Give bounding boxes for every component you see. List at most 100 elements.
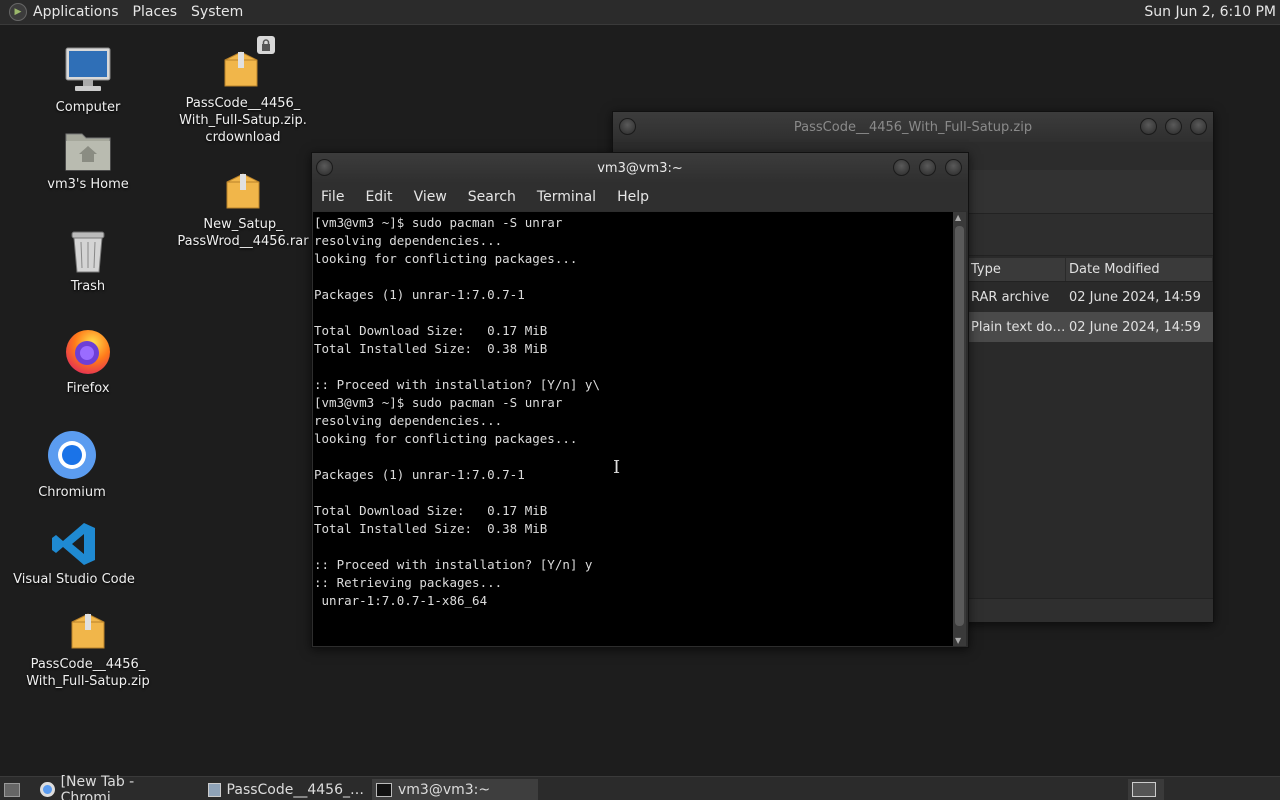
archive-box-icon — [226, 173, 260, 209]
file-row[interactable]: Plain text do… 02 June 2024, 14:59 — [968, 312, 1213, 342]
taskbar-item-terminal[interactable]: vm3@vm3:~ — [372, 779, 538, 800]
file-type: Plain text do… — [971, 319, 1066, 335]
system-menu[interactable]: System — [191, 4, 243, 20]
terminal-line: :: Proceed with installation? [Y/n] y — [314, 557, 593, 572]
desktop-label: Computer — [55, 100, 121, 115]
close-button[interactable] — [945, 159, 962, 176]
menu-help[interactable]: Help — [617, 189, 649, 205]
show-desktop-icon — [4, 782, 20, 797]
terminal-line: Total Download Size: 0.17 MiB — [314, 503, 548, 518]
desktop-label: New_Satup_ PassWrod__4456.rar — [177, 217, 309, 249]
clock[interactable]: Sun Jun 2, 6:10 PM — [1144, 4, 1276, 20]
terminal-line: :: Retrieving packages... — [314, 575, 503, 590]
file-row[interactable]: RAR archive 02 June 2024, 14:59 — [968, 282, 1213, 312]
terminal-output[interactable]: [vm3@vm3 ~]$ sudo pacman -S unrar resolv… — [313, 212, 954, 646]
archive-box-icon — [71, 613, 105, 649]
terminal-line: Packages (1) unrar-1:7.0.7-1 — [314, 287, 525, 302]
menu-search[interactable]: Search — [468, 189, 516, 205]
chromium-icon — [48, 431, 96, 479]
applications-menu[interactable]: Applications — [33, 4, 119, 20]
desktop-icon-firefox[interactable]: Firefox — [23, 326, 153, 397]
maximize-button[interactable] — [919, 159, 936, 176]
home-folder-icon — [65, 133, 111, 171]
distro-logo-icon[interactable]: ▶ — [9, 3, 27, 21]
desktop-label: Trash — [70, 279, 106, 294]
close-button[interactable] — [1190, 118, 1207, 135]
file-date: 02 June 2024, 14:59 — [1069, 289, 1201, 305]
lock-icon — [257, 36, 275, 54]
workspace-switcher[interactable] — [1128, 779, 1164, 800]
scroll-up-icon[interactable]: ▲ — [955, 213, 961, 222]
desktop-icon-chromium[interactable]: Chromium — [7, 430, 137, 501]
file-list-header: Type Date Modified — [968, 258, 1213, 282]
taskbar-label: vm3@vm3:~ — [398, 781, 491, 798]
scrollbar-thumb[interactable] — [955, 226, 964, 626]
terminal-line: Total Installed Size: 0.38 MiB — [314, 341, 548, 356]
terminal-line: Total Download Size: 0.17 MiB — [314, 323, 548, 338]
top-panel: ▶ Applications Places System Sun Jun 2, … — [0, 0, 1280, 25]
window-menu-button[interactable] — [316, 159, 333, 176]
desktop-icon-zip-file[interactable]: PassCode__4456_ With_Full-Satup.zip — [23, 610, 153, 690]
file-type: RAR archive — [971, 289, 1050, 305]
menu-file[interactable]: File — [321, 189, 344, 205]
terminal-line: Total Installed Size: 0.38 MiB — [314, 521, 548, 536]
file-list[interactable]: Type Date Modified RAR archive 02 June 2… — [968, 258, 1213, 342]
chromium-icon — [40, 782, 55, 797]
window-title: PassCode__4456_With_Full-Satup.zip — [793, 119, 1033, 135]
trash-icon — [71, 231, 105, 273]
workspace-icon — [1132, 782, 1156, 797]
places-menu[interactable]: Places — [133, 4, 178, 20]
terminal-line: resolving dependencies... — [314, 413, 503, 428]
terminal-scrollbar[interactable]: ▲ ▼ — [953, 212, 966, 646]
terminal-line: [vm3@vm3 ~]$ sudo pacman -S unrar — [314, 395, 563, 410]
taskbar-item-chromium[interactable]: [New Tab - Chromi… — [36, 774, 196, 800]
window-titlebar[interactable]: vm3@vm3:~ — [312, 153, 968, 183]
show-desktop-button[interactable] — [0, 779, 26, 800]
desktop-label: Visual Studio Code — [13, 572, 135, 587]
column-header-type[interactable]: Type — [968, 258, 1066, 281]
desktop-icon-home[interactable]: vm3's Home — [23, 128, 153, 193]
desktop-label: Firefox — [66, 381, 110, 396]
terminal-window[interactable]: vm3@vm3:~ File Edit View Search Terminal… — [311, 152, 969, 648]
menu-edit[interactable]: Edit — [365, 189, 392, 205]
scroll-down-icon[interactable]: ▼ — [955, 636, 961, 645]
window-title: vm3@vm3:~ — [597, 160, 683, 176]
text-cursor-icon: I — [613, 457, 621, 478]
taskbar-item-archive-manager[interactable]: PassCode__4456_… — [204, 779, 364, 800]
minimize-button[interactable] — [1140, 118, 1157, 135]
window-menu-button[interactable] — [619, 118, 636, 135]
desktop-label: vm3's Home — [47, 177, 129, 192]
taskbar-label: [New Tab - Chromi… — [60, 773, 135, 800]
bottom-panel: [New Tab - Chromi… PassCode__4456_… vm3@… — [0, 774, 1280, 800]
computer-icon — [65, 47, 111, 91]
desktop-icon-computer[interactable]: Computer — [23, 45, 153, 116]
terminal-line: :: Proceed with installation? [Y/n] y\ — [314, 377, 600, 392]
terminal-line: unrar-1:7.0.7-1-x86_64 — [314, 593, 488, 608]
column-header-date[interactable]: Date Modified — [1066, 258, 1213, 281]
maximize-button[interactable] — [1165, 118, 1182, 135]
menu-terminal[interactable]: Terminal — [537, 189, 596, 205]
menu-view[interactable]: View — [414, 189, 447, 205]
desktop-label: PassCode__4456_ With_Full-Satup.zip — [26, 657, 150, 689]
desktop-icon-trash[interactable]: Trash — [23, 228, 153, 295]
taskbar-label: PassCode__4456_… — [226, 781, 364, 798]
minimize-button[interactable] — [893, 159, 910, 176]
desktop-icon-vscode[interactable]: Visual Studio Code — [9, 521, 139, 588]
terminal-line: Packages (1) unrar-1:7.0.7-1 — [314, 467, 525, 482]
terminal-icon — [376, 782, 392, 797]
desktop-label: PassCode__4456_ With_Full-Satup.zip. crd… — [179, 96, 307, 145]
archive-manager-icon — [208, 782, 221, 797]
terminal-line: resolving dependencies... — [314, 233, 503, 248]
archive-box-icon — [224, 51, 258, 87]
firefox-icon — [66, 330, 110, 374]
vscode-icon — [52, 523, 95, 565]
desktop-icon-rar-file[interactable]: New_Satup_ PassWrod__4456.rar — [177, 170, 309, 250]
desktop-icon-crdownload[interactable]: PassCode__4456_ With_Full-Satup.zip. crd… — [178, 36, 308, 146]
window-titlebar[interactable]: PassCode__4456_With_Full-Satup.zip — [613, 112, 1213, 142]
